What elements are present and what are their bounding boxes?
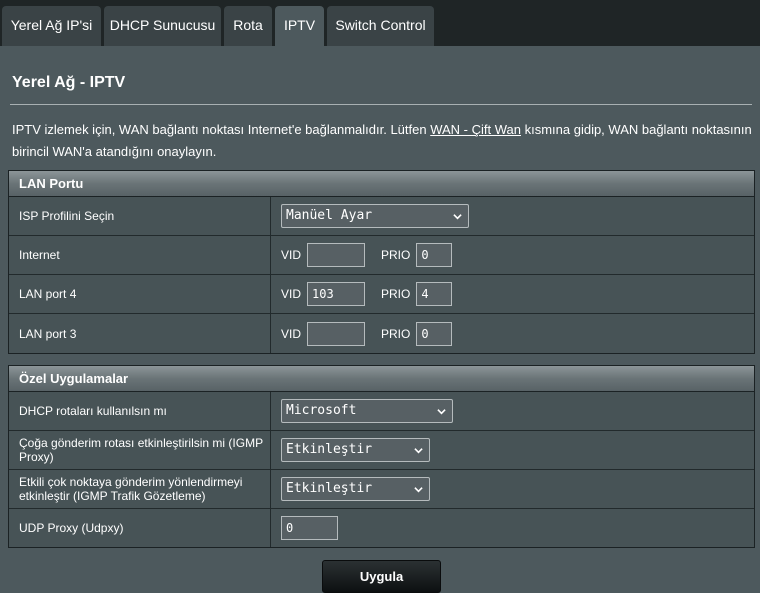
title-divider xyxy=(10,104,752,105)
prio-label: PRIO xyxy=(381,248,411,262)
wan-dual-wan-link[interactable]: WAN - Çift Wan xyxy=(430,122,521,137)
tab-route[interactable]: Rota xyxy=(224,6,272,46)
igmp-proxy-value: Etkinleştir xyxy=(286,442,373,457)
lan-port-4-label: LAN port 4 xyxy=(9,275,271,313)
prio-label: PRIO xyxy=(381,287,411,301)
prio-label: PRIO xyxy=(381,326,411,341)
lan-port-4-row: LAN port 4 VID 103 PRIO 4 xyxy=(9,275,754,314)
dhcp-routes-row: DHCP rotaları kullanılsın mı Microsoft xyxy=(9,392,754,431)
lan-port-3-label: LAN port 3 xyxy=(9,314,271,353)
dhcp-routes-label: DHCP rotaları kullanılsın mı xyxy=(9,392,271,430)
igmp-snooping-value: Etkinleştir xyxy=(286,481,373,496)
tab-iptv[interactable]: IPTV xyxy=(275,6,324,46)
lan-port-table: LAN Portu ISP Profilini Seçin Manüel Aya… xyxy=(8,170,755,354)
content-panel: Yerel Ağ - IPTV IPTV izlemek için, WAN b… xyxy=(0,46,760,593)
igmp-proxy-row: Çoğa gönderim rotası etkinleştirilsin mi… xyxy=(9,431,754,470)
igmp-snooping-row: Etkili çok noktaya gönderim yönlendirmey… xyxy=(9,470,754,509)
lan-port-4-prio-input[interactable]: 4 xyxy=(416,282,453,306)
chevron-down-icon xyxy=(437,409,446,415)
igmp-snooping-label: Etkili çok noktaya gönderim yönlendirmey… xyxy=(9,470,271,508)
lan-port-4-vid-input[interactable]: 103 xyxy=(307,282,366,306)
lan-port-header: LAN Portu xyxy=(9,171,754,197)
igmp-proxy-select[interactable]: Etkinleştir xyxy=(281,438,430,462)
udp-proxy-row: UDP Proxy (Udpxy) 0 xyxy=(9,509,754,547)
udp-proxy-input[interactable]: 0 xyxy=(281,516,338,540)
isp-profile-value: Manüel Ayar xyxy=(286,208,373,223)
internet-prio-input[interactable]: 0 xyxy=(416,243,453,267)
dhcp-routes-value: Microsoft xyxy=(286,403,357,418)
udp-proxy-label: UDP Proxy (Udpxy) xyxy=(9,509,271,547)
vid-label: VID xyxy=(281,326,302,341)
igmp-snooping-select[interactable]: Etkinleştir xyxy=(281,477,430,501)
tab-lan-ip[interactable]: Yerel Ağ IP'si xyxy=(2,6,101,46)
tab-dhcp-server[interactable]: DHCP Sunucusu xyxy=(104,6,221,46)
internet-row: Internet VID PRIO 0 xyxy=(9,236,754,275)
page-description: IPTV izlemek için, WAN bağlantı noktası … xyxy=(12,119,754,163)
chevron-down-icon xyxy=(414,448,423,454)
chevron-down-icon xyxy=(453,214,462,220)
internet-vid-input[interactable] xyxy=(307,243,366,267)
igmp-proxy-label: Çoğa gönderim rotası etkinleştirilsin mi… xyxy=(9,431,271,469)
chevron-down-icon xyxy=(414,487,423,493)
isp-profile-select[interactable]: Manüel Ayar xyxy=(281,204,469,228)
apply-button[interactable]: Uygula xyxy=(322,560,441,593)
lan-port-3-row: LAN port 3 VID PRIO 0 xyxy=(9,314,754,353)
tab-bar: Yerel Ağ IP'si DHCP Sunucusu Rota IPTV S… xyxy=(0,0,760,46)
page-title: Yerel Ağ - IPTV xyxy=(12,74,126,91)
internet-label: Internet xyxy=(9,236,271,274)
dhcp-routes-select[interactable]: Microsoft xyxy=(281,399,453,423)
lan-port-3-prio-input[interactable]: 0 xyxy=(416,321,453,346)
vid-label: VID xyxy=(281,287,302,301)
special-apps-header: Özel Uygulamalar xyxy=(9,366,754,392)
tab-switch-control[interactable]: Switch Control xyxy=(327,6,434,46)
vid-label: VID xyxy=(281,248,302,262)
special-apps-table: Özel Uygulamalar DHCP rotaları kullanıls… xyxy=(8,365,755,548)
description-text-start: IPTV izlemek için, WAN bağlantı noktası … xyxy=(12,122,431,137)
lan-port-3-vid-input[interactable] xyxy=(307,321,366,346)
isp-profile-row: ISP Profilini Seçin Manüel Ayar xyxy=(9,197,754,236)
isp-profile-label: ISP Profilini Seçin xyxy=(9,197,271,235)
